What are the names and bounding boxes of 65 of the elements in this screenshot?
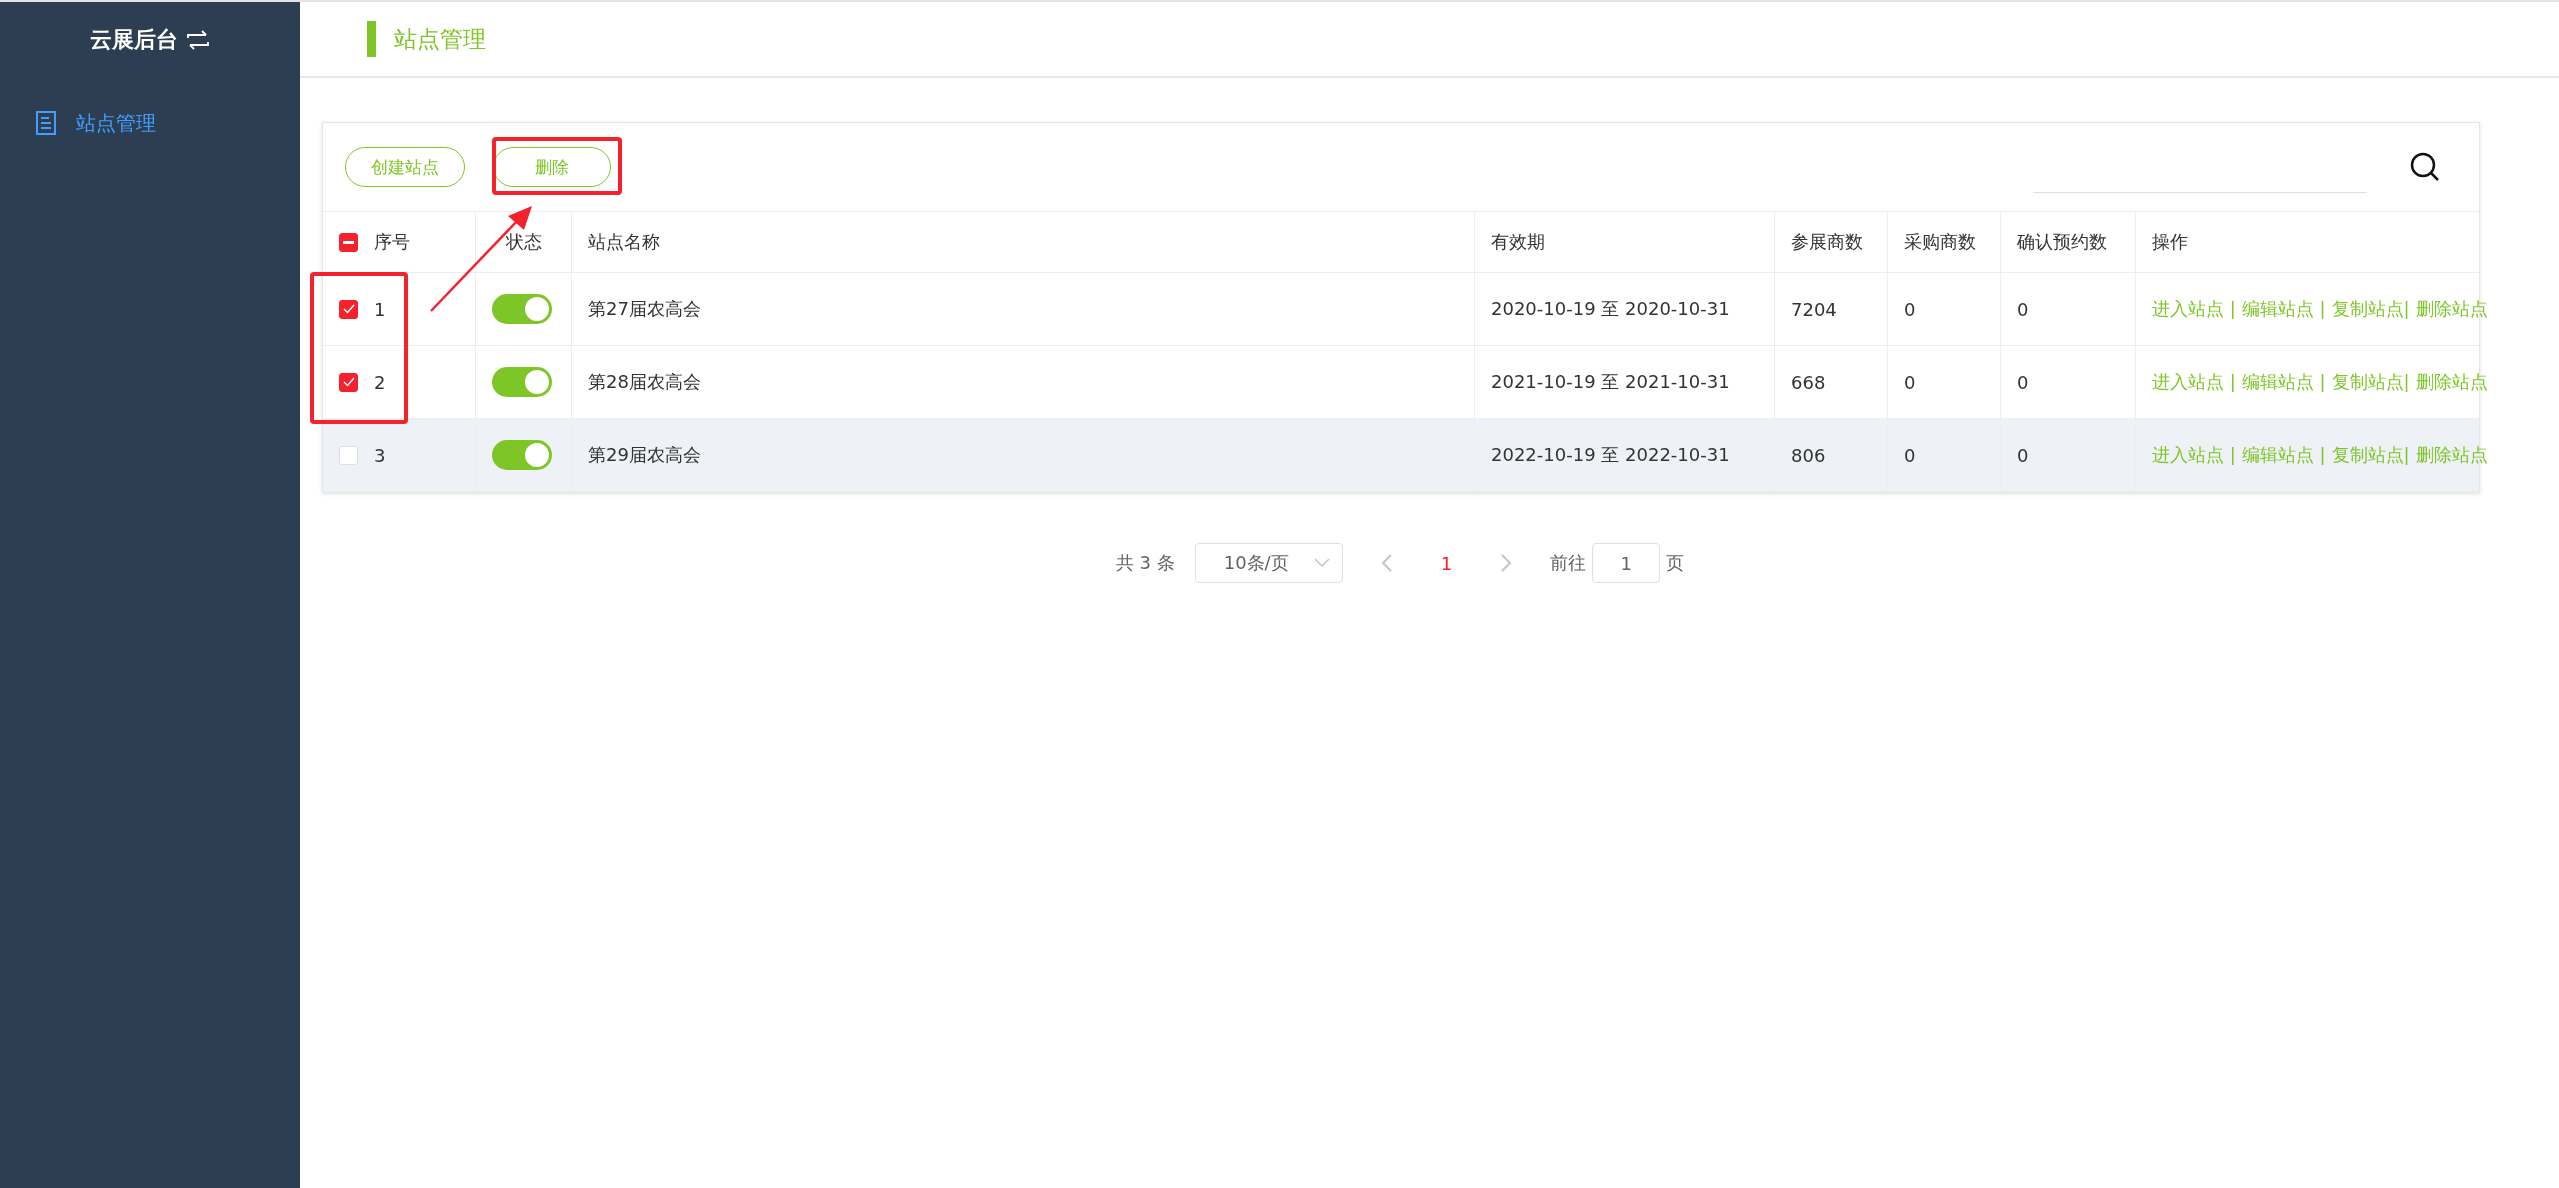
document-icon xyxy=(36,111,56,135)
page-title: 站点管理 xyxy=(394,24,486,54)
action-link[interactable]: 进入站点 | xyxy=(2152,297,2236,321)
table-cell: 1 xyxy=(374,298,386,320)
page-size-select[interactable]: 10条/页 xyxy=(1194,543,1343,583)
goto-page-field[interactable]: 1 xyxy=(1592,543,1661,583)
column-header: 序号 xyxy=(374,230,410,254)
action-link[interactable]: 复制站点| xyxy=(2331,297,2410,321)
table-cell: 0 xyxy=(1904,298,1916,320)
table-cell: 7204 xyxy=(1791,298,1837,320)
action-link[interactable]: 进入站点 | xyxy=(2152,370,2236,394)
table-cell: 2020-10-19 至 2020-10-31 xyxy=(1491,297,1730,321)
table-cell: 0 xyxy=(1904,371,1916,393)
column-header: 确认预约数 xyxy=(2017,230,2107,254)
page-suffix: 页 xyxy=(1666,551,1685,575)
action-link[interactable]: 编辑站点 | xyxy=(2241,297,2326,321)
column-header: 操作 xyxy=(2152,230,2188,254)
goto-label: 前往 xyxy=(1550,551,1587,575)
status-toggle[interactable] xyxy=(492,440,552,470)
table-cell: 2 xyxy=(374,371,386,393)
table-cell: 3 xyxy=(374,444,386,466)
table-cell: 0 xyxy=(2017,444,2029,466)
action-link[interactable]: 编辑站点 | xyxy=(2241,370,2326,394)
action-link[interactable]: 编辑站点 | xyxy=(2241,443,2326,467)
search-icon[interactable] xyxy=(2409,151,2441,183)
table-cell: 2022-10-19 至 2022-10-31 xyxy=(1491,443,1730,467)
row-checkbox[interactable] xyxy=(339,372,358,392)
minus-icon xyxy=(343,240,354,244)
status-toggle[interactable] xyxy=(492,294,552,324)
table-cell: 0 xyxy=(2017,371,2029,393)
table-cell: 668 xyxy=(1791,371,1826,393)
previous-page-icon[interactable] xyxy=(1380,554,1393,572)
column-header: 有效期 xyxy=(1491,230,1545,254)
chevron-down-icon xyxy=(1313,558,1330,568)
action-link[interactable]: 删除站点 xyxy=(2415,370,2488,394)
column-header: 站点名称 xyxy=(588,230,660,254)
switch-arrows-icon[interactable] xyxy=(186,30,210,50)
table-cell: 806 xyxy=(1791,444,1826,466)
table-cell: 0 xyxy=(1904,444,1916,466)
status-toggle[interactable] xyxy=(492,367,552,397)
column-header: 参展商数 xyxy=(1791,230,1863,254)
action-link[interactable]: 删除站点 xyxy=(2415,443,2488,467)
title-accent-bar xyxy=(367,21,376,57)
table-cell: 第27届农高会 xyxy=(588,297,701,321)
delete-button[interactable]: 删除 xyxy=(493,147,611,187)
table-cell: 0 xyxy=(2017,298,2029,320)
action-link[interactable]: 删除站点 xyxy=(2415,297,2488,321)
action-link[interactable]: 复制站点| xyxy=(2331,443,2410,467)
table-cell: 第28届农高会 xyxy=(588,370,701,394)
action-link[interactable]: 复制站点| xyxy=(2331,370,2410,394)
column-header: 状态 xyxy=(505,230,542,254)
select-all-checkbox[interactable] xyxy=(339,232,358,252)
sidebar-item[interactable]: 站点管理 xyxy=(0,78,300,168)
table-cell: 第29届农高会 xyxy=(588,443,701,467)
column-header: 采购商数 xyxy=(1904,230,1976,254)
checkmark-icon xyxy=(342,304,355,314)
page-number[interactable]: 1 xyxy=(1430,552,1463,574)
next-page-icon[interactable] xyxy=(1500,554,1513,572)
total-count: 共 3 条 xyxy=(1115,551,1175,575)
checkmark-icon xyxy=(342,377,355,387)
table-cell: 2021-10-19 至 2021-10-31 xyxy=(1491,370,1730,394)
row-checkbox[interactable] xyxy=(339,299,358,319)
action-link[interactable]: 进入站点 | xyxy=(2152,443,2236,467)
app-title: 云展后台 xyxy=(90,26,178,54)
create-button[interactable]: 创建站点 xyxy=(345,147,465,187)
